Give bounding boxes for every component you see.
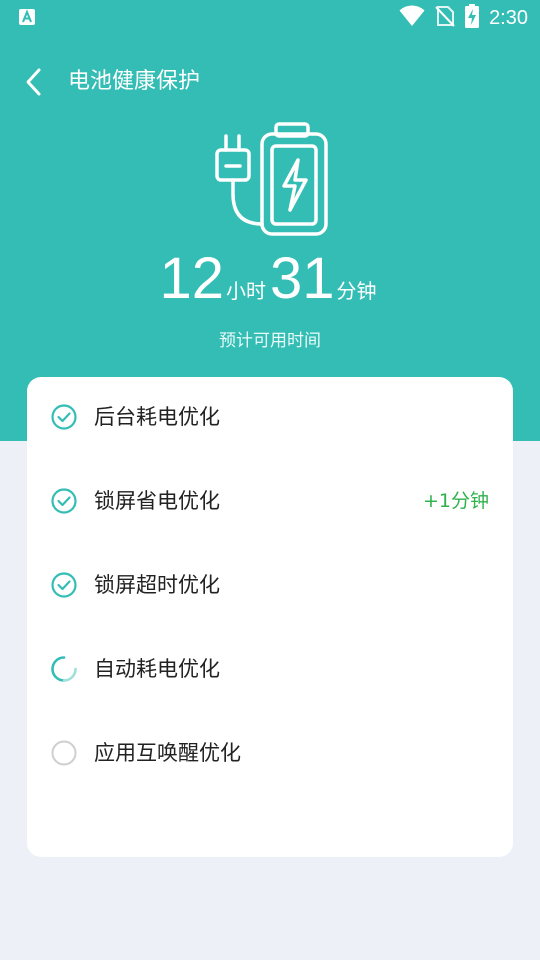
optimization-item: 锁屏省电优化 +1分钟 [27, 471, 513, 531]
optimization-label: 锁屏超时优化 [94, 573, 220, 597]
optimization-item: 后台耗电优化 [27, 387, 513, 447]
status-time: 2:30 [489, 7, 528, 29]
back-button[interactable] [20, 64, 50, 100]
pending-circle-icon [51, 740, 77, 766]
battery-charging-icon [465, 4, 480, 32]
battery-plug-icon [212, 120, 332, 242]
hours-value: 12 [159, 246, 224, 311]
check-circle-icon [51, 404, 77, 430]
time-caption: 预计可用时间 [219, 331, 321, 351]
optimization-label: 应用互唤醒优化 [94, 741, 241, 765]
no-sim-icon [435, 5, 455, 31]
optimization-label: 锁屏省电优化 [94, 489, 220, 513]
page-title: 电池健康保护 [68, 69, 201, 94]
check-circle-icon [51, 572, 77, 598]
minutes-unit: 分钟 [336, 279, 377, 303]
optimization-item: 应用互唤醒优化 [27, 723, 513, 783]
hours-unit: 小时 [226, 279, 266, 303]
optimization-card: 后台耗电优化 锁屏省电优化 +1分钟 锁屏超时优化 自动耗电优化 应用互唤醒优化 [27, 377, 513, 857]
estimated-time-readout: 12 小时 31 分钟 [0, 244, 540, 314]
optimization-item: 自动耗电优化 [27, 639, 513, 699]
chevron-left-icon [20, 68, 50, 104]
status-bar: 2:30 [0, 0, 540, 36]
check-circle-icon [51, 488, 77, 514]
wifi-icon [399, 5, 425, 31]
time-gain-badge: +1分钟 [422, 490, 489, 512]
loading-spinner-icon [51, 656, 77, 682]
app-store-icon [18, 8, 36, 30]
optimization-label: 自动耗电优化 [94, 657, 220, 681]
optimization-label: 后台耗电优化 [94, 405, 220, 429]
optimization-item: 锁屏超时优化 [27, 555, 513, 615]
minutes-value: 31 [270, 246, 335, 311]
